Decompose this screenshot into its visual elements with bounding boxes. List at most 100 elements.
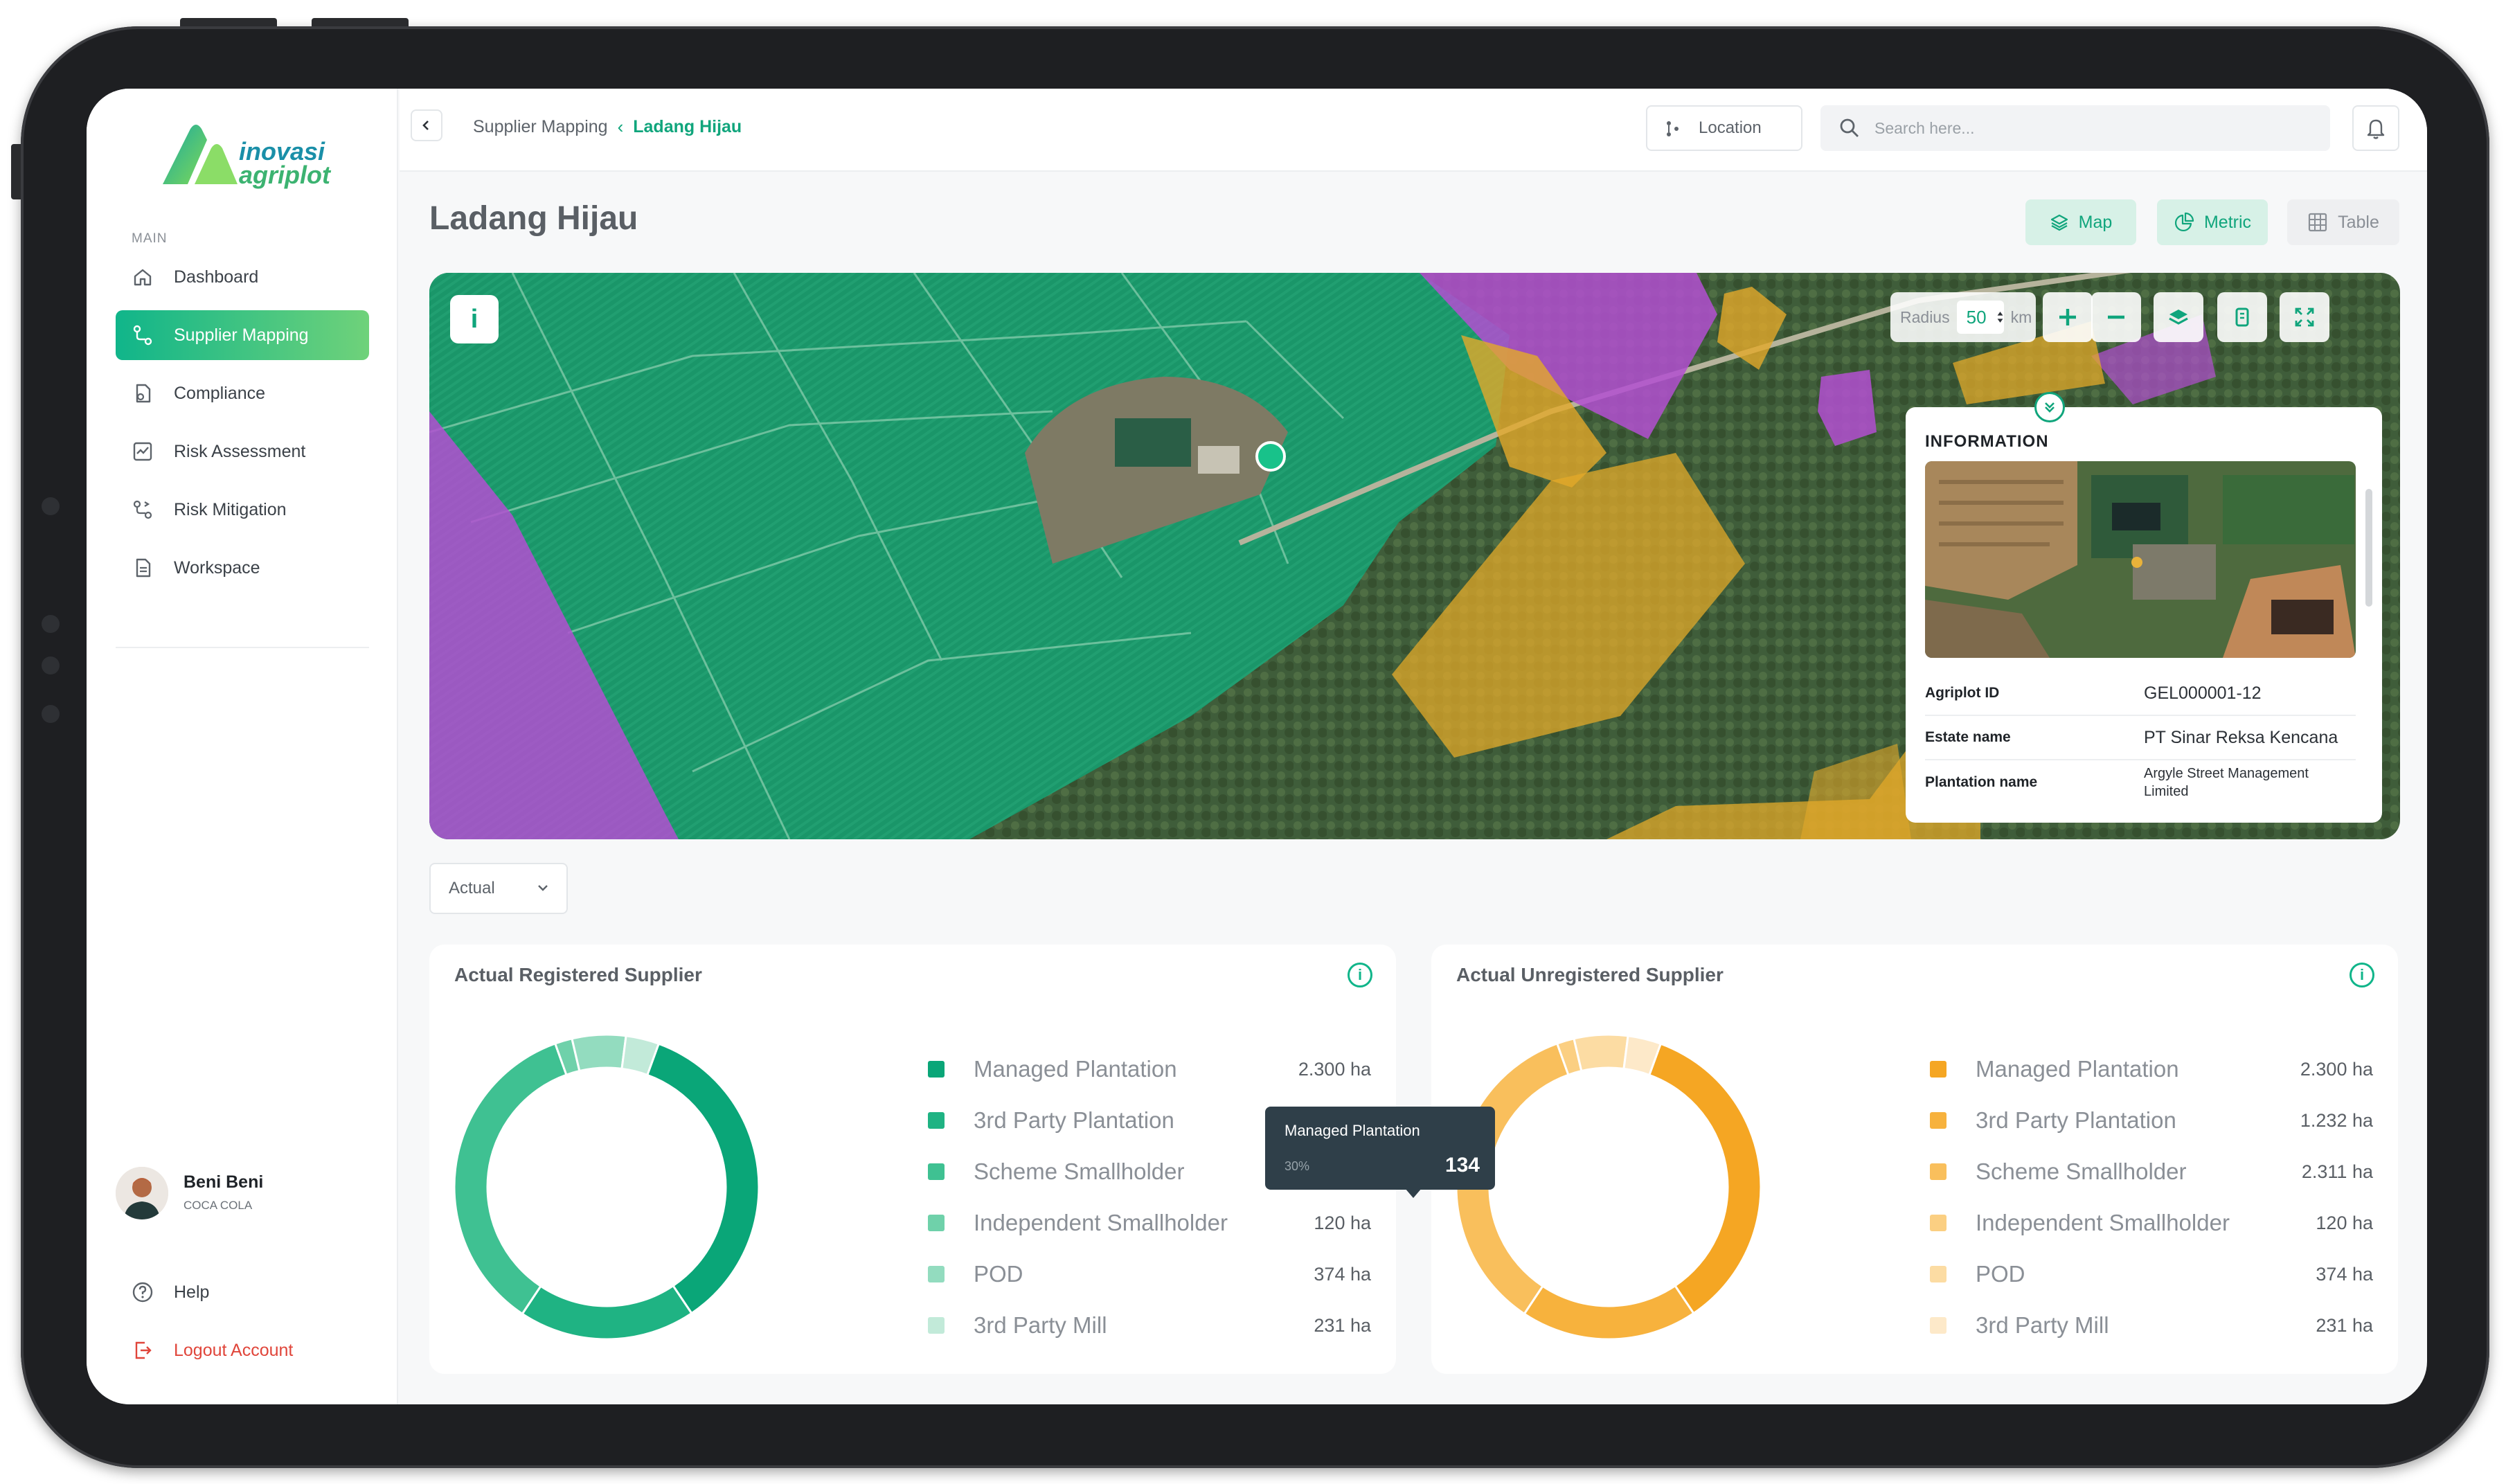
- chart-line-icon: [131, 440, 154, 463]
- profile-company: COCA COLA: [184, 1199, 253, 1212]
- pie-chart-icon: [2174, 212, 2194, 233]
- breadcrumb-item-supplier-mapping[interactable]: Supplier Mapping: [473, 117, 608, 137]
- unregistered-slice-pod[interactable]: [1573, 1035, 1629, 1073]
- info-key: Estate name: [1925, 729, 2011, 745]
- notification-button[interactable]: [2352, 105, 2399, 151]
- registered-slice-managed-plantation[interactable]: [645, 1042, 759, 1315]
- sidebar-item-label: Risk Assessment: [174, 441, 306, 461]
- radius-unit: km: [2010, 307, 2032, 326]
- camera-dot: [42, 497, 60, 515]
- bell-icon: [2367, 119, 2385, 139]
- sidebar-item-dashboard[interactable]: Dashboard: [116, 252, 369, 302]
- fullscreen-button[interactable]: [2280, 292, 2329, 342]
- tooltip-percent: 30%: [1285, 1159, 1310, 1173]
- back-button[interactable]: [411, 109, 442, 141]
- legend-label: 3rd Party Plantation: [974, 1107, 1174, 1133]
- brand-logo[interactable]: inovasi agriplot: [156, 115, 350, 191]
- sidebar-item-supplier-mapping[interactable]: Supplier Mapping: [116, 310, 369, 360]
- search-input[interactable]: [1874, 118, 2290, 138]
- unregistered-slice-3rd-party-plantation[interactable]: [1523, 1284, 1695, 1339]
- sidebar-item-workspace[interactable]: Workspace: [116, 543, 369, 593]
- legend-label: Managed Plantation: [974, 1056, 1177, 1082]
- home-icon: [131, 265, 154, 289]
- info-panel-scrollbar[interactable]: [2365, 489, 2372, 607]
- tab-map[interactable]: Map: [2025, 199, 2136, 245]
- legend-label: Managed Plantation: [1976, 1056, 2179, 1082]
- card-title: Actual Unregistered Supplier: [1456, 964, 1724, 985]
- legend-value: 120 ha: [2316, 1212, 2373, 1233]
- tooltip-label: Managed Plantation: [1285, 1122, 1420, 1139]
- legend-label: Independent Smallholder: [1976, 1210, 2230, 1235]
- breadcrumb-current: Ladang Hijau: [633, 117, 742, 136]
- sidebar-item-risk-assessment[interactable]: Risk Assessment: [116, 427, 369, 476]
- registered-slice-pod[interactable]: [571, 1035, 627, 1073]
- sidebar-item-risk-mitigation[interactable]: Risk Mitigation: [116, 485, 369, 535]
- registered-donut-chart: [454, 1035, 759, 1339]
- tooltip-value: 134: [1444, 1154, 1480, 1177]
- legend-value: 374 ha: [1314, 1263, 1371, 1285]
- chevron-down-icon: [538, 885, 548, 891]
- chevron-left-icon: [422, 120, 429, 130]
- search-bar[interactable]: [1820, 105, 2330, 151]
- legend-item: Independent Smallholder 120 ha: [1930, 1209, 2373, 1237]
- breadcrumb: Supplier Mapping ‹ Ladang Hijau: [473, 116, 742, 138]
- legend-label: Scheme Smallholder: [974, 1159, 1185, 1184]
- info-key: Plantation name: [1925, 774, 2038, 790]
- tab-table[interactable]: Table: [2287, 199, 2399, 245]
- radius-value: 50: [1966, 306, 1987, 328]
- legend-label: 3rd Party Mill: [1976, 1312, 2109, 1338]
- map-info-button[interactable]: i: [450, 295, 499, 343]
- logout-label: Logout Account: [174, 1340, 294, 1360]
- site-aerial-image: [1925, 461, 2356, 658]
- info-icon[interactable]: i: [1348, 963, 1372, 987]
- layers-icon: [2050, 213, 2069, 232]
- legend-label: 3rd Party Plantation: [1976, 1107, 2176, 1133]
- collapse-panel-button[interactable]: [2034, 392, 2065, 422]
- layers-button[interactable]: [2154, 292, 2203, 342]
- tab-label: Table: [2338, 212, 2379, 232]
- legend-swatch: [928, 1061, 945, 1078]
- location-button[interactable]: Location: [1646, 105, 1802, 151]
- information-title: INFORMATION: [1925, 432, 2049, 451]
- radius-control[interactable]: Radius 50 km: [1890, 292, 2036, 342]
- plus-icon: [2059, 309, 2076, 325]
- unregistered-slice-managed-plantation[interactable]: [1647, 1042, 1761, 1315]
- logout-link[interactable]: Logout Account: [116, 1325, 369, 1375]
- legend-value: 1.232 ha: [2300, 1109, 2373, 1131]
- legend-swatch: [1930, 1112, 1946, 1129]
- info-row-agriplot-id: Agriplot ID GEL000001-12: [1925, 672, 2356, 716]
- zoom-out-button[interactable]: [2091, 292, 2141, 342]
- help-icon: [131, 1280, 154, 1304]
- satellite-map[interactable]: i Radius 50 km INFORMATION Agriplot ID G…: [429, 273, 2400, 839]
- location-dots-icon: [1667, 121, 1679, 136]
- unregistered-donut-chart: [1456, 1035, 1761, 1339]
- tab-label: Map: [2078, 212, 2113, 232]
- sidebar-item-label: Supplier Mapping: [174, 325, 309, 345]
- zoom-in-button[interactable]: [2043, 292, 2093, 342]
- legend-toggle-button[interactable]: [2217, 292, 2267, 342]
- camera-dot: [42, 615, 60, 633]
- user-profile[interactable]: Beni Beni COCA COLA: [116, 1165, 369, 1228]
- sidebar-item-label: Risk Mitigation: [174, 499, 287, 519]
- sidebar-item-compliance[interactable]: Compliance: [116, 368, 369, 418]
- legend-label: Scheme Smallholder: [1976, 1159, 2187, 1184]
- legend-value: 231 ha: [1314, 1314, 1371, 1336]
- registered-slice-3rd-party-plantation[interactable]: [521, 1284, 693, 1339]
- tooltip-arrow: [1405, 1188, 1422, 1198]
- legend-swatch: [928, 1112, 945, 1129]
- avatar: [116, 1167, 168, 1219]
- table-icon: [2307, 212, 2328, 233]
- chart-tooltip: Managed Plantation 30% 134: [1265, 1107, 1495, 1190]
- radius-input[interactable]: 50: [1956, 301, 2004, 334]
- info-row-plantation-name: Plantation name Argyle Street Management…: [1925, 760, 2356, 805]
- legend-swatch: [928, 1266, 945, 1282]
- period-select[interactable]: Actual: [429, 863, 568, 914]
- tab-metric[interactable]: Metric: [2157, 199, 2268, 245]
- info-icon[interactable]: i: [2350, 963, 2374, 987]
- legend-item: Managed Plantation 2.300 ha: [1930, 1055, 2373, 1083]
- minus-icon: [2108, 315, 2124, 319]
- leaf-logo-icon: [163, 125, 238, 184]
- registered-slice-scheme-smallholder[interactable]: [454, 1042, 568, 1316]
- stepper-arrows-icon[interactable]: [1996, 307, 2004, 327]
- help-link[interactable]: Help: [116, 1267, 369, 1317]
